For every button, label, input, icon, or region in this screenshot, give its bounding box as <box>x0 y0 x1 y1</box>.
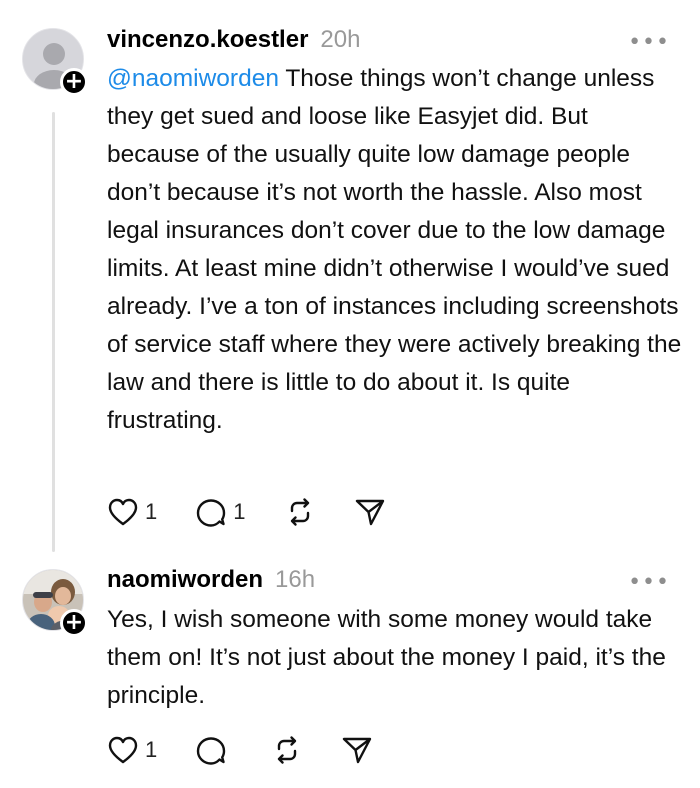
comment-icon <box>197 737 226 765</box>
share-button[interactable] <box>354 497 386 527</box>
timestamp: 16h <box>275 566 316 593</box>
username[interactable]: vincenzo.koestler <box>107 26 308 54</box>
like-count: 1 <box>145 737 158 762</box>
comment-icon <box>197 499 226 527</box>
mention-link[interactable]: @naomiworden <box>107 65 279 92</box>
like-count: 1 <box>145 499 158 524</box>
reply-count: 1 <box>233 499 246 524</box>
follow-plus-icon[interactable]: + <box>60 609 88 637</box>
post-header: naomiworden 16h <box>107 566 315 594</box>
post-body-text: Those things won’t change unless they ge… <box>107 65 682 434</box>
send-icon <box>343 737 372 764</box>
repost-icon <box>278 736 297 764</box>
avatar[interactable]: + <box>22 569 88 637</box>
heart-icon <box>108 498 138 526</box>
more-options-icon[interactable]: ••• <box>628 30 670 55</box>
thread-connector-line <box>52 112 55 552</box>
heart-icon <box>108 736 138 764</box>
post-actions: 1 1 <box>107 497 424 527</box>
reply-button[interactable]: 1 <box>195 497 246 527</box>
post-actions: 1 <box>107 735 411 765</box>
reply-button[interactable] <box>195 735 233 765</box>
share-button[interactable] <box>341 735 373 765</box>
post-text: Yes, I wish someone with some money woul… <box>107 606 666 709</box>
like-button[interactable]: 1 <box>107 735 157 765</box>
timestamp: 20h <box>320 26 361 53</box>
repost-button[interactable] <box>284 497 316 527</box>
thread-post: + naomiworden 16h ••• Yes, I wish someon… <box>0 550 700 788</box>
avatar[interactable]: + <box>22 28 88 96</box>
repost-icon <box>290 498 309 526</box>
send-icon <box>355 499 384 526</box>
post-text: @naomiworden Those things won’t change u… <box>107 60 682 440</box>
more-options-icon[interactable]: ••• <box>628 570 670 595</box>
follow-plus-icon[interactable]: + <box>60 68 88 96</box>
username[interactable]: naomiworden <box>107 566 263 594</box>
thread-post: + vincenzo.koestler 20h ••• @naomiworden… <box>0 0 700 552</box>
like-button[interactable]: 1 <box>107 497 157 527</box>
repost-button[interactable] <box>271 735 303 765</box>
post-header: vincenzo.koestler 20h <box>107 26 360 54</box>
